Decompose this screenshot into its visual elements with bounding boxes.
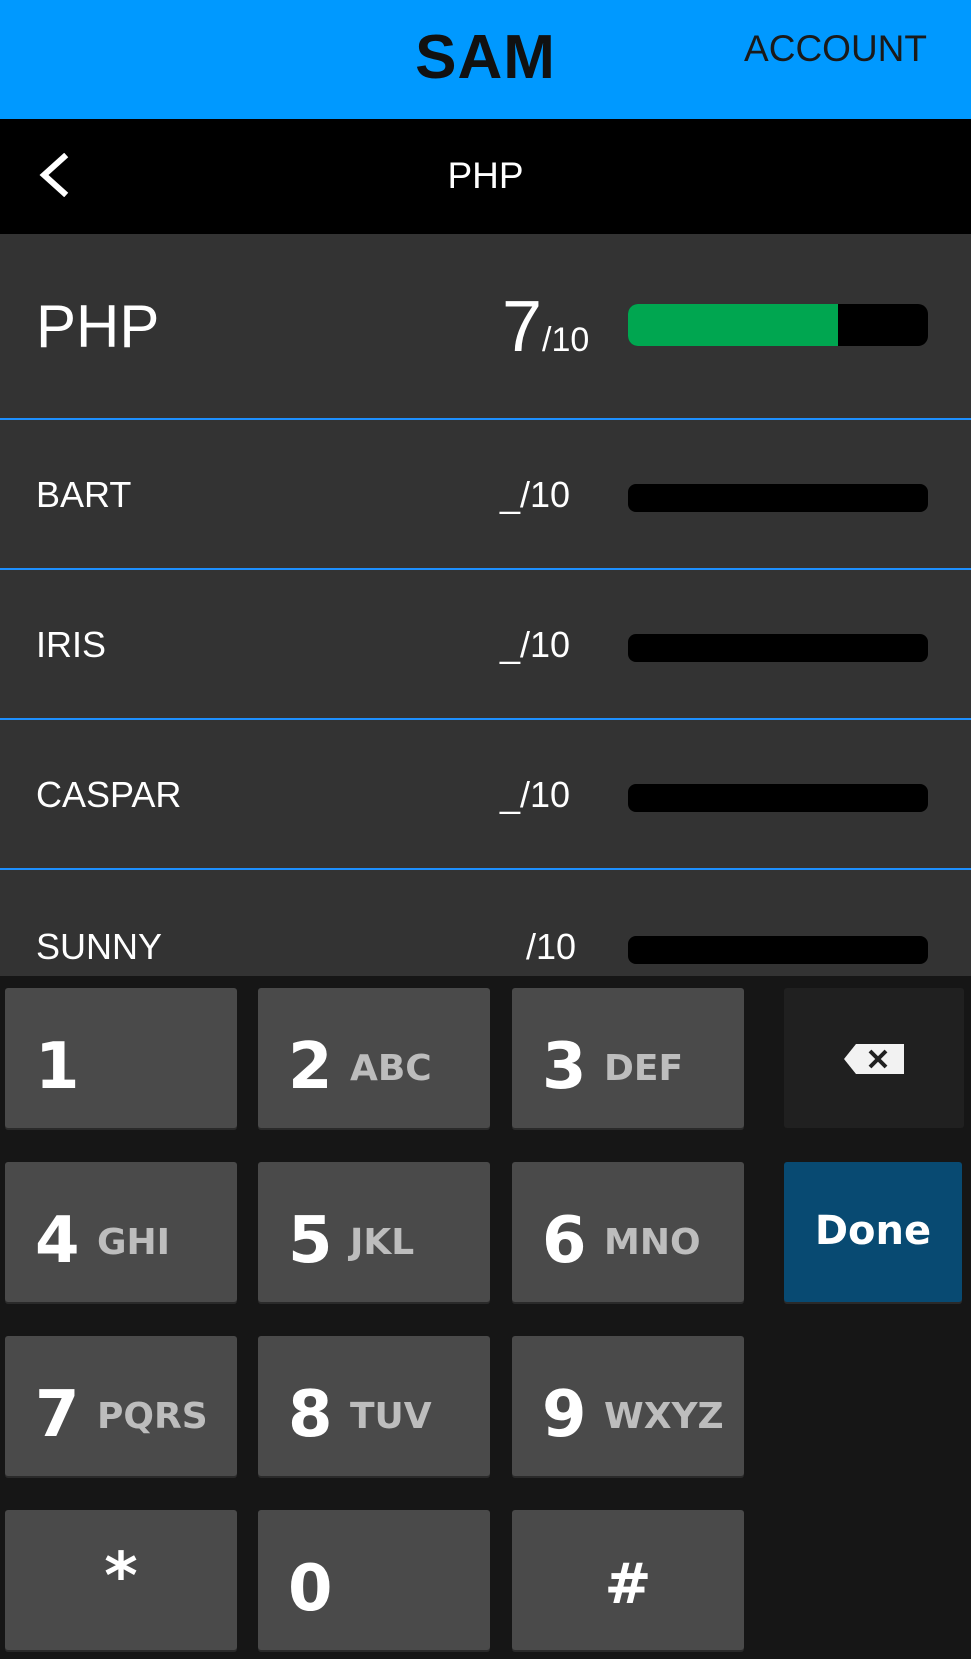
key-digit: 9: [542, 1378, 587, 1452]
summary-progress-fill: [628, 304, 838, 346]
key-8[interactable]: 8 TUV: [258, 1336, 490, 1476]
backspace-key[interactable]: [784, 988, 964, 1128]
key-letters: PQRS: [97, 1396, 208, 1437]
app-header: SAM ACCOUNT: [0, 0, 971, 119]
person-row-sunny[interactable]: SUNNY /10: [0, 870, 971, 976]
person-score-input[interactable]: /10: [526, 926, 576, 968]
key-letters: ABC: [350, 1048, 432, 1089]
key-2[interactable]: 2 ABC: [258, 988, 490, 1128]
summary-row: PHP 7/10: [0, 234, 971, 420]
person-name: CASPAR: [36, 774, 182, 815]
numeric-keyboard: 1 2 ABC 3 DEF 4 GHI 5 JKL 6 MNO Done 7 P…: [0, 976, 971, 1659]
key-hash[interactable]: #: [512, 1510, 744, 1650]
person-progress-bar: [628, 634, 928, 662]
key-1[interactable]: 1: [5, 988, 237, 1128]
key-letters: DEF: [604, 1048, 684, 1089]
key-6[interactable]: 6 MNO: [512, 1162, 744, 1302]
person-progress-bar: [628, 784, 928, 812]
person-row-bart[interactable]: BART _/10: [0, 420, 971, 570]
key-4[interactable]: 4 GHI: [5, 1162, 237, 1302]
person-row-caspar[interactable]: CASPAR _/10: [0, 720, 971, 870]
done-label: Done: [814, 1208, 932, 1254]
key-letters: GHI: [97, 1222, 171, 1263]
key-digit: 5: [288, 1204, 333, 1278]
summary-score-denominator: /10: [542, 321, 590, 359]
person-score-denominator: /10: [526, 926, 577, 967]
person-score-denominator: /10: [520, 624, 571, 665]
person-score-denominator: /10: [520, 474, 571, 515]
summary-progress-bar: [628, 304, 928, 346]
key-digit: #: [604, 1552, 652, 1617]
key-letters: TUV: [350, 1396, 432, 1437]
person-score-input[interactable]: _/10: [500, 774, 570, 816]
key-digit: 4: [35, 1204, 80, 1278]
person-score-value: _: [500, 624, 521, 665]
person-score-input[interactable]: _/10: [500, 624, 570, 666]
key-digit: 7: [35, 1378, 80, 1452]
key-digit: 8: [288, 1378, 333, 1452]
person-row-iris[interactable]: IRIS _/10: [0, 570, 971, 720]
score-list: PHP 7/10 BART _/10 IRIS _/10 CASPAR _/10: [0, 234, 971, 976]
key-digit: *: [104, 1540, 138, 1614]
key-star[interactable]: *: [5, 1510, 237, 1650]
key-digit: 3: [542, 1030, 587, 1104]
person-name: BART: [36, 474, 132, 515]
person-progress-bar: [628, 484, 928, 512]
nav-bar: PHP: [0, 119, 971, 234]
key-7[interactable]: 7 PQRS: [5, 1336, 237, 1476]
person-progress-bar: [628, 936, 928, 964]
done-key[interactable]: Done: [784, 1162, 962, 1302]
nav-title: PHP: [447, 155, 524, 196]
key-letters: JKL: [350, 1222, 415, 1263]
person-name: IRIS: [36, 624, 107, 665]
backspace-icon: [844, 1044, 904, 1074]
key-9[interactable]: 9 WXYZ: [512, 1336, 744, 1476]
key-letters: WXYZ: [604, 1396, 724, 1437]
key-digit: 2: [288, 1030, 333, 1104]
key-3[interactable]: 3 DEF: [512, 988, 744, 1128]
key-5[interactable]: 5 JKL: [258, 1162, 490, 1302]
summary-score: 7/10: [502, 286, 589, 368]
key-digit: 0: [288, 1552, 333, 1626]
summary-score-value: 7: [502, 287, 543, 367]
key-0[interactable]: 0: [258, 1510, 490, 1650]
summary-name: PHP: [36, 293, 160, 360]
person-score-input[interactable]: _/10: [500, 474, 570, 516]
person-score-value: _: [500, 474, 521, 515]
person-score-value: _: [500, 774, 521, 815]
person-name: SUNNY: [36, 926, 163, 967]
key-digit: 1: [35, 1030, 80, 1104]
account-link[interactable]: ACCOUNT: [744, 28, 927, 70]
key-letters: MNO: [604, 1222, 701, 1263]
person-score-denominator: /10: [520, 774, 571, 815]
key-digit: 6: [542, 1204, 587, 1278]
